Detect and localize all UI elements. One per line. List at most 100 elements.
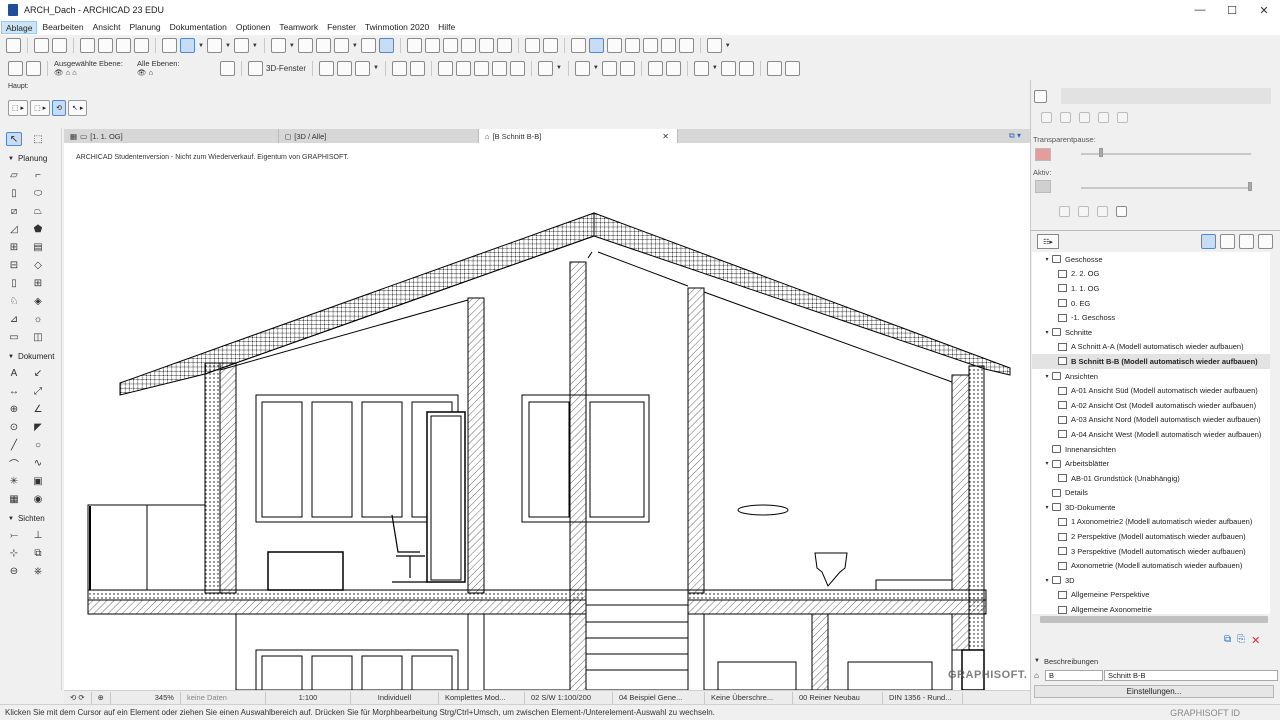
navigator-tree-row[interactable]: A-04 Ansicht West (Modell automatisch wi… [1032,427,1270,442]
select-3d-icon[interactable] [574,60,590,76]
tab-floor-plan[interactable]: ▦ ▭ [1. 1. OG] [64,129,279,143]
menu-dokumentation[interactable]: Dokumentation [166,21,231,34]
expand-triangle-icon[interactable]: ▾ [1042,577,1052,584]
pen-sets-icon[interactable] [606,38,622,53]
roof-tool-icon[interactable]: ⏢ [30,204,46,218]
active-swatch[interactable] [1035,180,1051,193]
stair-icon[interactable] [665,60,681,76]
toolbox-section-sichten[interactable]: ▼ Sichten [0,513,61,524]
column-tool-icon[interactable]: ▯ [6,186,22,200]
lamp-icon[interactable] [647,60,663,76]
collapse-triangle-icon[interactable]: ▼ [8,354,14,360]
fill-tool-icon[interactable]: ◤ [30,420,46,434]
navigator-tree-row[interactable]: 1 Axonometrie2 (Modell automatisch wiede… [1032,515,1270,530]
floor-plan-icon[interactable] [8,60,23,76]
zoom-icon[interactable]: ⊕ [92,691,111,704]
text-tool-icon[interactable]: A [6,366,22,380]
navigator-tree-row[interactable]: A-02 Ansicht Ost (Modell automatisch wie… [1032,398,1270,413]
menu-ansicht[interactable]: Ansicht [89,21,125,34]
chevron-down-icon[interactable]: ▼ [289,43,295,49]
menu-fenster[interactable]: Fenster [323,21,360,34]
refresh-icon[interactable] [1117,112,1128,123]
twinmotion-export-icon[interactable] [784,60,800,76]
all-layers-group[interactable]: Alle Ebenen: 👁 ⌂ [137,59,217,77]
menu-ablage[interactable]: Ablage [1,21,38,34]
navigator-tree-row[interactable]: 2 Perspektive (Modell automatisch wieder… [1032,529,1270,544]
color-swatch[interactable] [1035,148,1051,161]
chevron-down-icon[interactable]: ▼ [556,65,562,71]
navigator-tree-row[interactable]: Allgemeine Perspektive [1032,588,1270,603]
undo-icon[interactable] [34,38,49,53]
arrow-select-mode-button[interactable]: ⬚ ▸ [8,100,29,116]
lock-icon[interactable] [333,38,349,53]
transparency-slider-knob[interactable] [1099,148,1103,157]
navigator-menu-icon[interactable]: ☷▸ [1037,234,1059,249]
lamp-tool-icon[interactable]: ⊿ [6,312,22,326]
tab-3d[interactable]: ◻ [3D / Alle] [279,129,479,143]
navigator-tree-row[interactable]: AB-01 Grundstück (Unabhängig) [1032,471,1270,486]
gear-icon[interactable] [1079,112,1090,123]
chevron-down-icon[interactable]: ▼ [352,43,358,49]
scissors-icon[interactable] [406,38,422,53]
navigator-tree-row[interactable]: ▾ Geschosse [1032,252,1270,267]
offset-icon[interactable] [442,38,458,53]
navigator-tree-row[interactable]: ▾ Ansichten [1032,369,1270,384]
paste-icon[interactable] [1097,206,1108,217]
scale-select[interactable]: 1:100 [266,691,351,704]
navigator-tree-row[interactable]: Allgemeine Axonometrie [1032,602,1270,614]
graphic-override-icon[interactable] [642,38,658,53]
close-window-button[interactable]: ✕ [1248,0,1280,20]
hotspot-tool-icon[interactable]: ✳ [6,474,22,488]
mesh-tool-icon[interactable]: ▯ [6,276,22,290]
pick-up-icon[interactable] [134,38,149,53]
explode-icon[interactable] [455,60,471,76]
navigator-tree-row[interactable]: B Schnitt B-B (Modell automatisch wieder… [1032,354,1270,369]
camera-sun-icon[interactable] [491,60,507,76]
collapse-triangle-icon[interactable]: ▼ [1034,658,1040,664]
angle-dim-tool-icon[interactable]: ∠ [30,402,46,416]
dimension-tool-icon[interactable]: ↔ [6,384,22,398]
level-dimension-tool-icon[interactable]: ⤢ [30,384,46,398]
clone-icon[interactable]: ⎘ [1237,634,1245,647]
worksheet-tool-icon[interactable]: ⧉ [30,546,46,560]
marquee-3d-icon[interactable] [473,60,489,76]
cutting-plane-icon[interactable] [437,60,453,76]
orbit-icon[interactable] [409,60,425,76]
descriptions-header[interactable]: ▼ Beschreibungen [1034,656,1280,666]
undo-zoom-icon[interactable]: ⟲ ⟳ [64,691,92,704]
publisher-sets-icon[interactable] [1258,234,1273,249]
graphisoft-id-link[interactable]: GRAPHISOFT ID [1170,708,1240,718]
eye-icon[interactable]: 👁 ⌂ ⌂ [54,68,134,77]
filter-icon[interactable] [537,60,553,76]
menu-bearbeiten[interactable]: Bearbeiten [38,21,87,34]
door-tool-icon[interactable]: ⌐ [30,168,46,182]
chevron-down-icon[interactable]: ▼ [712,65,718,71]
chevron-down-icon[interactable]: ▼ [252,43,258,49]
layer-icon[interactable] [1041,112,1052,123]
refresh-icon[interactable] [220,60,235,76]
collapse-triangle-icon[interactable]: ▼ [8,516,14,522]
publish-icon[interactable] [720,60,736,76]
curtain-wall-tool-icon[interactable]: ⊞ [6,240,22,254]
menu-planung[interactable]: Planung [125,21,164,34]
roof-icon[interactable] [509,60,525,76]
section-tool-icon[interactable]: ⤚ [6,528,22,542]
light-tool-icon[interactable]: ☼ [30,312,46,326]
spot-tool-icon[interactable]: ⊙ [6,420,22,434]
rotate-icon[interactable] [496,38,512,53]
favorites-star-icon[interactable] [570,38,586,53]
wall-tool-icon[interactable]: ▱ [6,168,22,182]
view-name-field[interactable]: Schnitt B-B [1104,670,1278,681]
navigator-tree-row[interactable]: 3 Perspektive (Modell automatisch wieder… [1032,544,1270,559]
panel-toggle-icon[interactable] [1034,90,1047,103]
chevron-down-icon[interactable]: ▼ [593,65,599,71]
renovation-3d-icon[interactable] [601,60,617,76]
tab-overview-icon[interactable]: ⧉ ▾ [1000,129,1030,143]
model-view-icon[interactable] [624,38,640,53]
zoom-value[interactable]: 345% [111,691,181,704]
transparency-slider[interactable] [1081,153,1251,155]
chevron-down-icon[interactable]: ▼ [225,43,231,49]
expand-triangle-icon[interactable]: ▾ [1042,329,1052,336]
section-drawing-canvas[interactable] [64,143,1030,690]
walk-icon[interactable] [391,60,407,76]
